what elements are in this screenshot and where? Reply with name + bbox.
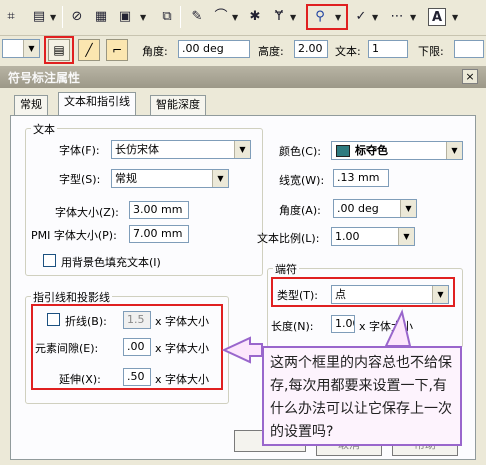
search-probe-icon[interactable]: ⚲ (311, 8, 329, 26)
chevron-down-icon[interactable]: ▼ (140, 13, 146, 22)
tab-general[interactable]: 常规 (14, 95, 48, 115)
chevron-down-icon[interactable]: ▼ (335, 13, 341, 22)
toolbar-combo[interactable]: ▼ (2, 39, 40, 58)
chevron-down-icon: ▼ (432, 286, 448, 303)
text-ratio-select[interactable]: 1.00 ▼ (331, 227, 415, 246)
color-value: 标夺色 (355, 144, 388, 157)
chevron-down-icon[interactable]: ▼ (290, 13, 296, 22)
color-label: 颜色(C): (279, 145, 321, 158)
text-input[interactable]: 1 (368, 40, 408, 58)
type-value: 点 (335, 288, 346, 301)
chevron-down-icon[interactable]: ▼ (410, 13, 416, 22)
font-size-input[interactable]: 3.00 mm (129, 201, 189, 219)
text-group-title: 文本 (31, 121, 57, 137)
length-input[interactable]: 1.00 (331, 315, 355, 333)
color-swatch (336, 145, 350, 157)
angle-label: 角度: (142, 45, 168, 58)
fill-bg-checkbox[interactable] (43, 254, 56, 267)
annotation-callout: 这两个框里的内容总也不给保存,每次用都要来设置一下,有什么办法可以让它保存上一次… (262, 346, 462, 446)
linewidth-label: 线宽(W): (279, 174, 325, 187)
curve-icon[interactable]: ⌒ (212, 8, 230, 26)
chevron-down-icon: ▼ (23, 40, 39, 57)
tab-smart-depth[interactable]: 智能深度 (150, 95, 206, 115)
layer-icon[interactable]: ⧉ (158, 8, 176, 26)
font-select[interactable]: 长仿宋体 ▼ (111, 140, 251, 159)
table-icon[interactable]: ▤ (30, 8, 48, 26)
font-size-label: 字体大小(Z): (55, 206, 119, 219)
type-label: 类型(T): (277, 289, 319, 302)
chevron-down-icon: ▼ (446, 142, 462, 159)
fold-label: 折线(B): (65, 315, 107, 328)
distance-icon[interactable]: ⌗ (2, 8, 20, 26)
style-select[interactable]: 常规 ▼ (111, 169, 229, 188)
chevron-down-icon[interactable]: ▼ (372, 13, 378, 22)
length-label: 长度(N): (271, 320, 314, 333)
grid-icon[interactable]: ▦ (92, 8, 110, 26)
annotation-text: 这两个框里的内容总也不给保存,每次用都要来设置一下,有什么办法可以让它保存上一次… (270, 355, 452, 440)
pmi-size-label: PMI 字体大小(P): (31, 229, 117, 242)
linewidth-input[interactable]: .13 mm (333, 169, 389, 187)
terminator-group-title: 端符 (273, 261, 299, 277)
gap-unit: x 字体大小 (155, 342, 210, 355)
font-label: 字体(F): (59, 144, 100, 157)
text-ratio-label: 文本比例(L): (257, 232, 320, 245)
gap-label: 元素间隙(E): (35, 342, 99, 355)
text-label: 文本: (335, 45, 361, 58)
font-value: 长仿宋体 (115, 143, 159, 156)
dialog-title: 符号标注属性 (8, 71, 81, 85)
toolbar-separator (62, 6, 63, 28)
pmi-size-input[interactable]: 7.00 mm (129, 225, 189, 243)
fill-bg-label: 用背景色填充文本(I) (61, 256, 161, 269)
fold-input[interactable]: 1.5 (123, 311, 151, 329)
extension-label: 延伸(X): (59, 373, 101, 386)
y-icon[interactable]: Ɏ (270, 8, 288, 26)
dialog-titlebar[interactable]: 符号标注属性 × (0, 66, 486, 88)
tab-text-leader[interactable]: 文本和指引线 (58, 92, 136, 116)
angle-prop-value: .00 deg (337, 202, 379, 215)
lower-limit-label: 下限: (418, 45, 444, 58)
dots-icon[interactable]: ⋯ (386, 8, 408, 26)
chevron-down-icon: ▼ (234, 141, 250, 158)
text-A-icon[interactable]: A (428, 8, 446, 26)
toolbar-separator (180, 6, 181, 28)
pencil-icon[interactable]: ✎ (188, 8, 206, 26)
chevron-down-icon: ▼ (398, 228, 414, 245)
angle-prop-select[interactable]: .00 deg ▼ (333, 199, 417, 218)
angle-input[interactable]: .00 deg (178, 40, 250, 58)
circle-icon[interactable]: ⊘ (68, 8, 86, 26)
line-icon[interactable]: ╱ (78, 39, 100, 61)
type-select[interactable]: 点 ▼ (331, 285, 449, 304)
extension-input[interactable]: .50 (123, 368, 151, 386)
lower-limit-input[interactable] (454, 40, 484, 58)
chevron-down-icon[interactable]: ▼ (50, 13, 56, 22)
properties-icon[interactable]: ▤ (48, 39, 70, 61)
style-label: 字型(S): (59, 173, 101, 186)
length-unit: x 字体大小 (359, 320, 414, 333)
fold-unit: x 字体大小 (155, 315, 210, 328)
leader-group-title: 指引线和投影线 (31, 289, 112, 305)
frame-icon[interactable]: ▣ (116, 8, 134, 26)
chevron-down-icon[interactable]: ▼ (232, 13, 238, 22)
angle-prop-label: 角度(A): (279, 204, 321, 217)
star-icon[interactable]: ✱ (246, 8, 264, 26)
secondary-toolbar: ▼ ▤ ╱ ⌐ 角度: .00 deg 高度: 2.00 文本: 1 下限: (0, 36, 486, 64)
color-select[interactable]: 标夺色 ▼ (331, 141, 463, 160)
height-input[interactable]: 2.00 (294, 40, 328, 58)
close-icon[interactable]: × (462, 69, 478, 84)
chevron-down-icon: ▼ (400, 200, 416, 217)
text-ratio-value: 1.00 (335, 230, 360, 243)
fold-checkbox[interactable] (47, 313, 60, 326)
chevron-down-icon[interactable]: ▼ (452, 13, 458, 22)
leader-icon[interactable]: ⌐ (106, 39, 128, 61)
style-value: 常规 (115, 172, 137, 185)
check-icon[interactable]: ✓ (352, 8, 370, 26)
chevron-down-icon: ▼ (212, 170, 228, 187)
top-toolbar: ⌗ ▤ ▼ ⊘ ▦ ▣ ▼ ⧉ ✎ ⌒ ▼ ✱ Ɏ ▼ ⚲ ▼ ✓ ▼ ⋯ ▼ … (0, 0, 486, 36)
height-label: 高度: (258, 45, 284, 58)
extension-unit: x 字体大小 (155, 373, 210, 386)
gap-input[interactable]: .00 (123, 338, 151, 356)
